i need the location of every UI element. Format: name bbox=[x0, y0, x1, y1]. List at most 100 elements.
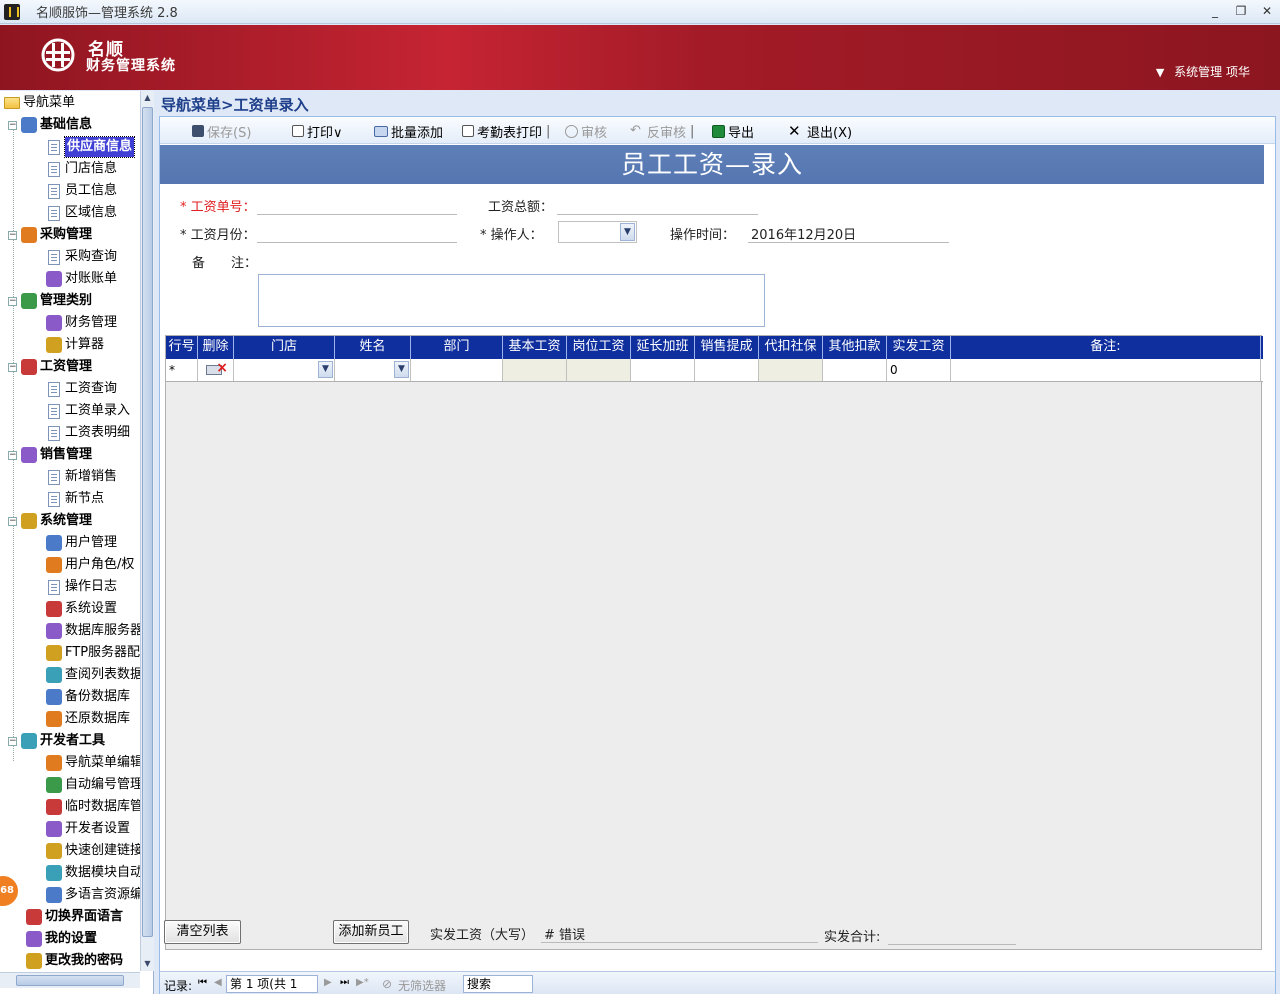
column-header[interactable]: 备注: bbox=[951, 336, 1261, 359]
nav-hscroll-thumb[interactable] bbox=[16, 975, 124, 986]
collapse-icon[interactable]: − bbox=[8, 296, 17, 306]
save-button[interactable]: 保存(S) bbox=[192, 122, 251, 141]
nav-item-6-1[interactable]: 自动编号管理 bbox=[46, 775, 140, 795]
nav-item-3-2[interactable]: 工资表明细 bbox=[46, 423, 130, 443]
nav-group-2[interactable]: − 管理类别 bbox=[8, 291, 92, 311]
new-record-icon[interactable]: ▶* bbox=[356, 977, 369, 988]
nav-item-5-2[interactable]: 操作日志 bbox=[46, 577, 117, 597]
nav-horizontal-scrollbar[interactable] bbox=[0, 972, 140, 988]
column-header[interactable]: 基本工资 bbox=[503, 336, 567, 359]
nav-item-5-5[interactable]: FTP服务器配 bbox=[46, 643, 140, 663]
collapse-icon[interactable]: − bbox=[8, 362, 17, 372]
store-cell[interactable]: ▼ bbox=[234, 359, 335, 381]
nav-group-4[interactable]: − 销售管理 bbox=[8, 445, 92, 465]
nav-item-1-1[interactable]: 对账账单 bbox=[46, 269, 117, 289]
nav-item-2-1[interactable]: 计算器 bbox=[46, 335, 104, 355]
nav-item-3-0[interactable]: 工资查询 bbox=[46, 379, 117, 399]
column-header[interactable]: 实发工资 bbox=[887, 336, 951, 359]
operator-select[interactable]: ▼ bbox=[558, 221, 637, 243]
column-header[interactable]: 其他扣款 bbox=[823, 336, 887, 359]
row-remark-cell[interactable] bbox=[951, 359, 1261, 381]
nav-item-6-0[interactable]: 导航菜单编辑 bbox=[46, 753, 140, 773]
collapse-icon[interactable]: − bbox=[8, 230, 17, 240]
chevron-down-icon[interactable]: ▼ bbox=[620, 223, 635, 241]
minimize-button[interactable]: _ bbox=[1202, 0, 1228, 24]
user-menu[interactable]: ▼ 系统管理 项华 bbox=[1156, 63, 1250, 80]
add-employee-button[interactable]: 添加新员工 bbox=[333, 920, 409, 944]
nav-group-1[interactable]: − 采购管理 bbox=[8, 225, 92, 245]
department-cell[interactable] bbox=[411, 359, 503, 381]
collapse-icon[interactable]: − bbox=[8, 736, 17, 746]
nav-item-0-1[interactable]: 门店信息 bbox=[46, 159, 117, 179]
nav-item-5-8[interactable]: 还原数据库 bbox=[46, 709, 130, 729]
nav-group-3[interactable]: − 工资管理 bbox=[8, 357, 92, 377]
nav-item-6-6[interactable]: 多语言资源编 bbox=[46, 885, 140, 905]
last-record-icon[interactable]: ⏭ bbox=[340, 977, 349, 988]
record-position-input[interactable]: 第 1 项(共 1 项) bbox=[226, 975, 318, 994]
sales-commission-cell[interactable] bbox=[695, 359, 759, 381]
exit-button[interactable]: ✕ 退出(X) bbox=[788, 122, 852, 141]
close-window-button[interactable]: ✕ bbox=[1254, 0, 1280, 24]
audit-button[interactable]: 审核 bbox=[565, 122, 607, 141]
collapse-icon[interactable]: − bbox=[8, 450, 17, 460]
delete-row-icon[interactable] bbox=[206, 357, 228, 379]
print-button[interactable]: 打印∨ bbox=[292, 122, 343, 141]
nav-item-5-6[interactable]: 查阅列表数据 bbox=[46, 665, 140, 685]
nav-item-5-4[interactable]: 数据库服务器 bbox=[46, 621, 140, 641]
nav-vertical-scrollbar[interactable]: ▲ ▼ bbox=[140, 91, 154, 971]
nav-bottom-item-0[interactable]: 切换界面语言 bbox=[26, 907, 123, 927]
name-cell[interactable]: ▼ bbox=[335, 359, 411, 381]
nav-item-6-2[interactable]: 临时数据库管 bbox=[46, 797, 140, 817]
column-header[interactable]: 延长加班 bbox=[631, 336, 695, 359]
prev-record-icon[interactable]: ◀ bbox=[214, 977, 222, 988]
collapse-icon[interactable]: − bbox=[8, 120, 17, 130]
column-header[interactable]: 部门 bbox=[411, 336, 503, 359]
nav-group-6[interactable]: − 开发者工具 bbox=[8, 731, 105, 751]
nav-group-0[interactable]: − 基础信息 bbox=[8, 115, 92, 135]
search-input[interactable]: 搜索 bbox=[463, 975, 533, 993]
batch-add-button[interactable]: 批量添加 bbox=[374, 122, 443, 141]
clear-list-button[interactable]: 清空列表 bbox=[164, 920, 241, 944]
other-deduction-cell[interactable] bbox=[823, 359, 887, 381]
nav-bottom-item-1[interactable]: 我的设置 bbox=[26, 929, 97, 949]
nav-item-0-2[interactable]: 员工信息 bbox=[46, 181, 117, 201]
table-row[interactable]: * ▼ ▼ 0 bbox=[166, 357, 1263, 382]
nav-root[interactable]: 导航菜单 bbox=[4, 93, 75, 113]
nav-item-2-0[interactable]: 财务管理 bbox=[46, 313, 117, 333]
scroll-up-icon[interactable]: ▲ bbox=[141, 91, 154, 105]
nav-item-1-0[interactable]: 采购查询 bbox=[46, 247, 117, 267]
export-button[interactable]: 导出 bbox=[712, 122, 754, 141]
column-header[interactable]: 门店 bbox=[234, 336, 335, 359]
column-header[interactable]: 代扣社保 bbox=[759, 336, 823, 359]
column-header[interactable]: 行号 bbox=[166, 336, 198, 359]
next-record-icon[interactable]: ▶ bbox=[324, 977, 332, 988]
nav-item-6-4[interactable]: 快速创建链接 bbox=[46, 841, 140, 861]
first-record-icon[interactable]: ⏮ bbox=[198, 977, 207, 988]
nav-scroll-thumb[interactable] bbox=[142, 107, 153, 937]
chevron-down-icon[interactable]: ▼ bbox=[394, 361, 409, 378]
restore-button[interactable]: ❐ bbox=[1228, 0, 1254, 24]
collapse-icon[interactable]: − bbox=[8, 516, 17, 526]
column-header[interactable]: 岗位工资 bbox=[567, 336, 631, 359]
nav-item-0-0[interactable]: 供应商信息 bbox=[46, 136, 136, 158]
nav-item-6-5[interactable]: 数据模块自动 bbox=[46, 863, 140, 883]
nav-bottom-item-2[interactable]: 更改我的密码 bbox=[26, 951, 123, 971]
nav-item-6-3[interactable]: 开发者设置 bbox=[46, 819, 130, 839]
scroll-down-icon[interactable]: ▼ bbox=[141, 957, 154, 971]
column-header[interactable]: 删除 bbox=[198, 336, 234, 359]
unaudit-button[interactable]: ↶ 反审核 | bbox=[630, 122, 694, 141]
delete-cell[interactable] bbox=[198, 357, 234, 381]
filter-status[interactable]: 无筛选器 bbox=[398, 977, 446, 994]
nav-item-0-3[interactable]: 区域信息 bbox=[46, 203, 117, 223]
overtime-cell[interactable] bbox=[631, 359, 695, 381]
column-header[interactable]: 姓名 bbox=[335, 336, 411, 359]
nav-item-5-1[interactable]: 用户角色/权 bbox=[46, 555, 134, 575]
nav-item-5-0[interactable]: 用户管理 bbox=[46, 533, 117, 553]
nav-item-4-1[interactable]: 新节点 bbox=[46, 489, 104, 509]
column-header[interactable]: 销售提成 bbox=[695, 336, 759, 359]
remark-textarea[interactable] bbox=[258, 274, 765, 327]
nav-item-5-3[interactable]: 系统设置 bbox=[46, 599, 117, 619]
chevron-down-icon[interactable]: ▼ bbox=[318, 361, 333, 378]
nav-item-5-7[interactable]: 备份数据库 bbox=[46, 687, 130, 707]
attendance-print-button[interactable]: 考勤表打印 | bbox=[462, 122, 550, 141]
